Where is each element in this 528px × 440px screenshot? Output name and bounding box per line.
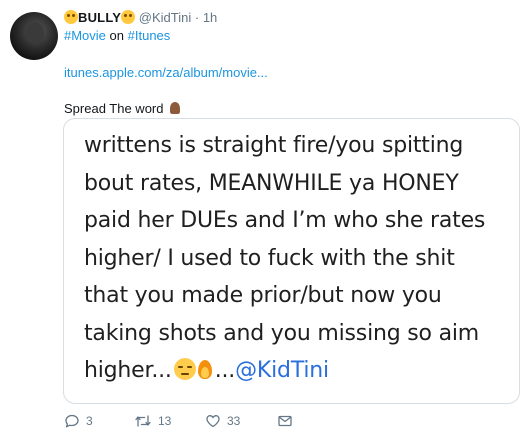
lyric-line: higher/ I used to fuck with the shit <box>84 245 455 271</box>
reply-icon <box>65 414 79 428</box>
tweet-link[interactable]: itunes.apple.com/za/album/movie... <box>64 65 268 80</box>
lyric-line: that you made prior/but now you <box>84 283 442 308</box>
retweet-button[interactable]: 13 <box>134 412 171 430</box>
emoji-icon-right <box>121 10 136 24</box>
like-button[interactable]: 33 <box>205 412 240 430</box>
lyric-last-mid: ... <box>214 358 236 383</box>
reply-button[interactable]: 3 <box>64 412 93 430</box>
lyric-line-last: higher... ...@KidTini <box>84 352 511 390</box>
lyric-line: writtens is straight fire/you spitting <box>84 133 464 158</box>
heart-icon <box>206 415 220 428</box>
tweet-actions: 3 13 33 <box>64 412 364 430</box>
retweet-icon <box>135 415 151 427</box>
media-lyrics-text: writtens is straight fire/you spitting b… <box>84 127 511 390</box>
lyric-line: paid her DUEs and I’m who she rates <box>84 208 486 233</box>
lyric-line: bout rates, MEANWHILE ya HONEY <box>84 170 459 196</box>
hashtag-itunes[interactable]: #Itunes <box>128 28 171 43</box>
tweet-header: BULLY @KidTini · 1h <box>64 10 217 25</box>
media-image[interactable]: writtens is straight fire/you spitting b… <box>63 118 520 404</box>
separator-dot: · <box>194 10 200 25</box>
on-text: on <box>109 28 125 43</box>
display-name[interactable]: BULLY <box>78 10 121 25</box>
reply-count: 3 <box>86 414 93 428</box>
tweet-body-text: Spread The word <box>64 101 164 116</box>
avatar[interactable] <box>10 12 58 60</box>
folded-hands-emoji-icon <box>168 101 182 115</box>
fire-icon <box>196 358 214 380</box>
hashtag-movie[interactable]: #Movie <box>64 28 106 43</box>
direct-message-button[interactable] <box>277 412 293 430</box>
lyric-line: taking shots and you missing so aim <box>84 320 480 346</box>
media-mention: @KidTini <box>235 358 329 383</box>
tweet-first-line: #Movie on #Itunes <box>64 28 170 43</box>
direct-message-icon <box>278 415 292 427</box>
like-count: 33 <box>227 414 241 428</box>
retweet-count: 13 <box>158 414 172 428</box>
emoji-icon-left <box>64 10 78 24</box>
tweet: BULLY @KidTini · 1h #Movie on #Itunes it… <box>0 0 528 440</box>
tweet-body: Spread The word <box>64 101 182 116</box>
user-handle[interactable]: @KidTini <box>139 10 191 25</box>
lyric-last-prefix: higher... <box>84 358 172 383</box>
pensive-face-icon <box>173 358 196 380</box>
timestamp[interactable]: 1h <box>203 10 217 25</box>
